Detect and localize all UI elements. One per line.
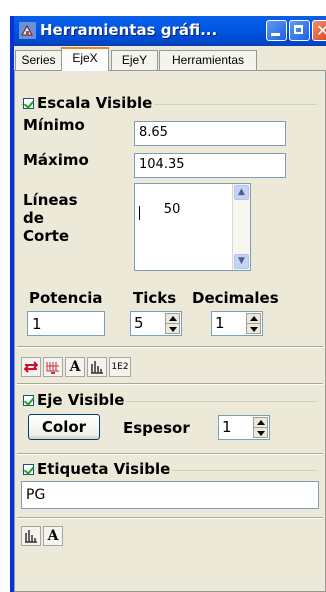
close-button[interactable]: ✕	[312, 20, 326, 41]
title-bar[interactable]: Herramientas gráfi... ✕	[14, 16, 326, 46]
decimales-label: Decimales	[192, 289, 279, 307]
separator	[17, 383, 323, 385]
etiqueta-visible-check-icon[interactable]	[23, 463, 34, 475]
tab-ejex[interactable]: EjeX	[61, 47, 109, 71]
separator	[17, 517, 323, 519]
lineas-de-corte-textarea[interactable]: 50 ▲ ▼	[134, 183, 251, 271]
color-button[interactable]: Color	[28, 414, 100, 440]
minimize-button[interactable]	[266, 20, 287, 41]
ticks-spinner[interactable]: 5	[130, 311, 182, 336]
etiqueta-input[interactable]: PG	[21, 481, 319, 509]
app-icon	[19, 22, 36, 39]
eje-visible-checkbox[interactable]: Eje Visible	[23, 391, 127, 409]
tool-window: Herramientas gráfi... ✕ Series EjeX EjeY…	[10, 16, 326, 592]
scroll-down-icon[interactable]: ▼	[234, 254, 249, 269]
close-icon: ✕	[316, 21, 326, 40]
minimo-label: Mínimo	[23, 116, 85, 134]
ticks-value: 5	[134, 314, 144, 332]
decimales-value: 1	[215, 314, 225, 332]
window-title: Herramientas gráfi...	[40, 21, 218, 39]
tab-ejey[interactable]: EjeY	[111, 50, 158, 70]
tab-series-label: Series	[21, 53, 56, 67]
tab-herramientas-label: Herramientas	[171, 53, 245, 67]
eje-visible-check-icon[interactable]	[23, 394, 34, 406]
espesor-spinner[interactable]: 1	[218, 415, 270, 440]
label-font-button[interactable]: A	[43, 526, 63, 546]
text-cursor	[139, 206, 140, 220]
tab-herramientas[interactable]: Herramientas	[159, 50, 257, 70]
exponent-1E2-icon: 1E2	[111, 362, 129, 372]
grid-icon	[46, 362, 59, 374]
lineas-de-corte-value: 50	[163, 202, 181, 217]
scroll-up-icon[interactable]: ▲	[234, 185, 249, 200]
espesor-down-icon[interactable]	[253, 427, 268, 438]
lineas-label-3: Corte	[23, 227, 70, 245]
escala-visible-check-icon[interactable]	[23, 97, 34, 109]
ejex-panel: Escala Visible Mínimo 8.65 Máximo 104.35…	[14, 70, 326, 592]
espesor-label: Espesor	[123, 419, 190, 437]
bars-icon	[25, 530, 37, 543]
lineas-label-1: Líneas	[23, 191, 78, 209]
axis-arrows-icon	[24, 361, 38, 373]
eje-visible-label: Eje Visible	[37, 391, 125, 409]
font-button[interactable]: A	[65, 357, 85, 377]
minimize-icon	[271, 33, 280, 36]
maximo-label: Máximo	[23, 151, 89, 169]
espesor-value: 1	[222, 418, 232, 436]
bars-button[interactable]	[87, 357, 107, 377]
maximo-input[interactable]: 104.35	[134, 153, 286, 178]
font-A-icon: A	[47, 528, 59, 544]
ticks-label: Ticks	[133, 289, 177, 307]
potencia-label: Potencia	[29, 289, 103, 307]
axis-arrows-button[interactable]	[21, 357, 41, 377]
decimales-down-icon[interactable]	[246, 323, 261, 334]
maximize-button[interactable]	[289, 20, 310, 41]
bars-icon	[91, 361, 103, 374]
font-A-icon: A	[69, 359, 81, 375]
etiqueta-visible-checkbox[interactable]: Etiqueta Visible	[23, 460, 173, 478]
label-bars-button[interactable]	[21, 526, 41, 546]
grid-button[interactable]	[43, 357, 63, 377]
maximize-icon	[294, 25, 303, 34]
tab-series[interactable]: Series	[15, 50, 62, 70]
tab-strip: Series EjeX EjeY Herramientas	[14, 47, 326, 71]
potencia-input[interactable]: 1	[27, 311, 105, 336]
separator	[17, 453, 323, 455]
escala-visible-label: Escala Visible	[37, 94, 153, 112]
separator	[17, 346, 323, 348]
minimo-input[interactable]: 8.65	[134, 121, 286, 146]
etiqueta-visible-label: Etiqueta Visible	[37, 460, 171, 478]
exponent-button[interactable]: 1E2	[109, 357, 131, 377]
escala-visible-checkbox[interactable]: Escala Visible	[23, 94, 155, 112]
decimales-spinner[interactable]: 1	[211, 311, 263, 336]
tab-ejey-label: EjeY	[121, 53, 148, 67]
ticks-down-icon[interactable]	[165, 323, 180, 334]
tab-ejex-label: EjeX	[72, 51, 98, 65]
lineas-scrollbar[interactable]: ▲ ▼	[232, 184, 250, 270]
lineas-label-2: de	[23, 209, 44, 227]
